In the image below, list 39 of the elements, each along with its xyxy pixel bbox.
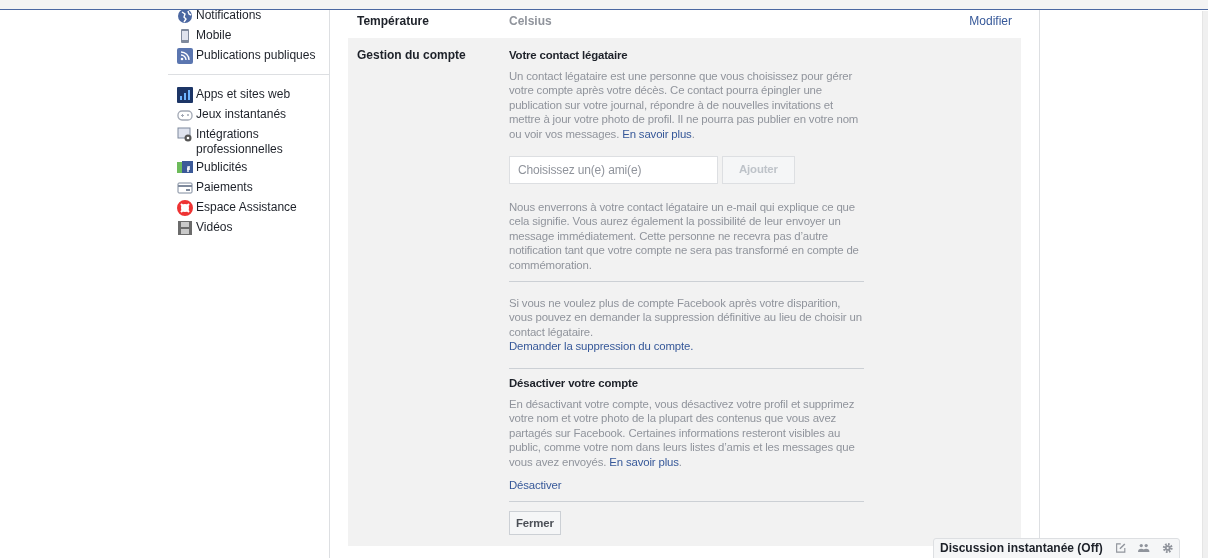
- gear-window-icon: [177, 127, 193, 143]
- people-icon[interactable]: [1138, 541, 1150, 555]
- lifebuoy-icon: [177, 200, 193, 217]
- sidebar-item[interactable]: Paiements: [196, 180, 316, 195]
- friend-field[interactable]: Choisissez un(e) ami(e): [509, 155, 718, 184]
- section-title: Votre contact légataire: [509, 48, 629, 63]
- sidebar-item[interactable]: Jeux instantanés: [196, 107, 316, 122]
- setting-label: Gestion du compte: [357, 48, 467, 64]
- sidebar-item[interactable]: Notifications: [196, 8, 316, 23]
- section-title: Désactiver votre compte: [509, 375, 639, 391]
- sidebar-item[interactable]: Publicités: [196, 160, 316, 175]
- globe-icon: [177, 8, 193, 24]
- rss-icon: [177, 48, 193, 64]
- setting-value: Celsius: [509, 14, 553, 30]
- gamepad-icon: [177, 107, 193, 123]
- description-text: Nous enverrons à votre contact légataire un e-mail qui explique ce que cela signifie. Vous aurez également la possibilité de leur envoyer un message immédiatement. Cette personne ne recevra pas d’autre notification tant que votre compte ne sera pas transformé en compte de commémoration.: [509, 199, 860, 273]
- learn-more-link[interactable]: En savoir plus: [622, 127, 692, 140]
- film-icon: [177, 220, 193, 237]
- sidebar-item[interactable]: Vidéos: [196, 220, 316, 235]
- apps-icon: [177, 87, 193, 103]
- card-icon: [177, 180, 193, 197]
- sidebar-item[interactable]: Intégrations professionnelles: [196, 127, 316, 157]
- description-text: Si vous ne voulez plus de compte Facebook après votre disparition, vous pouvez en demander la suppression définitive au lieu de choisir un contact légataire.: [509, 295, 863, 340]
- deactivate-link[interactable]: Désactiver: [509, 478, 562, 494]
- description-text: Un contact légataire est une personne que vous choisissez pour gérer votre compte après votre décès. Ce contact pourra épingler une publication sur votre journal, répondre à de nouvelles invitations et mettre à jour votre photo de profil. Il ne pourra pas publier en votre nom ou voir vos messages. En savoir plus.: [509, 68, 860, 142]
- edit-link[interactable]: Modifier: [969, 14, 1021, 38]
- settings-icon[interactable]: [1161, 541, 1173, 555]
- setting-label: Température: [357, 14, 430, 30]
- compose-icon[interactable]: [1114, 541, 1127, 555]
- sidebar-item[interactable]: Mobile: [196, 28, 316, 43]
- description-text: En désactivant votre compte, vous désactivez votre profil et supprimez votre nom et votre photo de la plupart des contenus que vous avez partagés sur Facebook. Certaines informations resteront visibles au public, comme votre nom dans leurs listes d’amis et les messages que vous avez envoyés. En savoir plus.: [509, 396, 856, 470]
- close-button[interactable]: Fermer: [509, 511, 561, 536]
- sidebar-item[interactable]: Apps et sites web: [196, 87, 316, 102]
- chat-bar-label: Discussion instantanée (Off): [940, 540, 1103, 556]
- chat-bar[interactable]: Discussion instantanée (Off): [933, 538, 1180, 558]
- delete-account-link[interactable]: Demander la suppression du compte.: [509, 339, 694, 354]
- sidebar-item[interactable]: Espace Assistance: [196, 200, 316, 215]
- sidebar-item[interactable]: Publications publiques: [196, 48, 316, 63]
- learn-more-link[interactable]: En savoir plus: [609, 455, 679, 468]
